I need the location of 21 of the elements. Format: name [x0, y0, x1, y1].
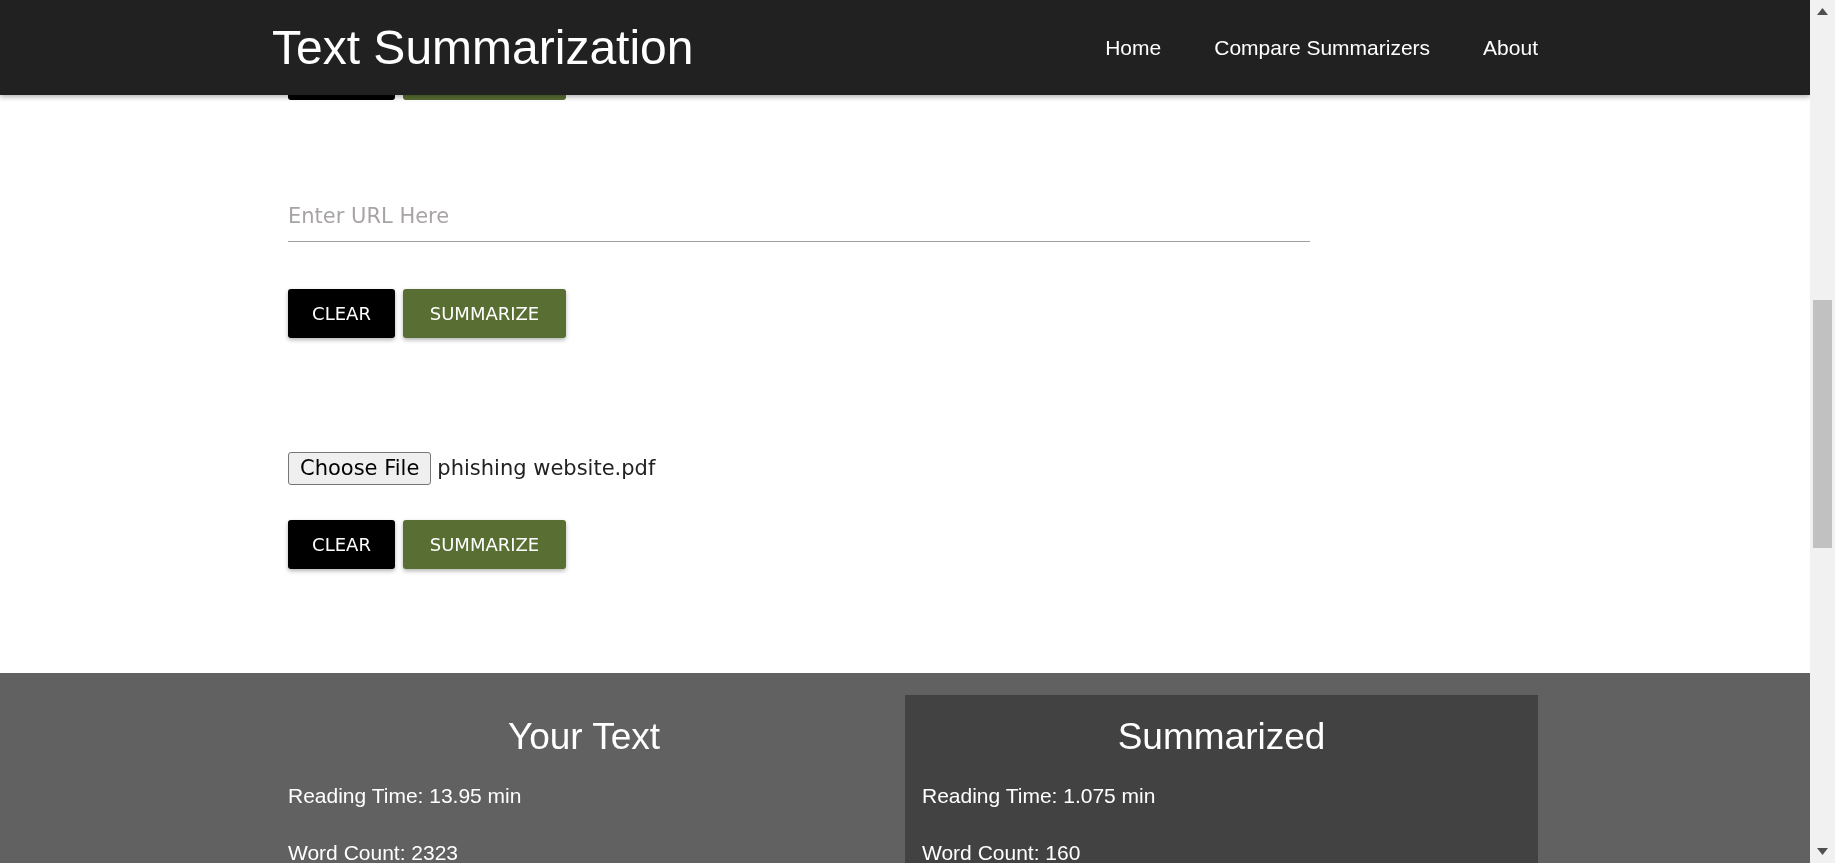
choose-file-button[interactable]: Choose File [288, 452, 432, 485]
clear-button[interactable]: CLEAR [288, 289, 395, 338]
nav-link[interactable]: Compare Summarizers [1199, 25, 1446, 70]
nav-link[interactable]: Home [1090, 25, 1177, 70]
reading-time: Reading Time: 13.95 min [288, 783, 523, 809]
reading-time: Reading Time: 1.075 min [921, 783, 1157, 809]
site-title: Text Summarization [272, 23, 694, 72]
clear-button[interactable]: CLEAR [288, 520, 395, 569]
panel-heading: Your Text [506, 715, 662, 759]
scrollbar-thumb[interactable] [1813, 300, 1832, 548]
word-count: Word Count: 160 [921, 840, 1082, 863]
summarize-button[interactable]: SUMMARIZE [403, 520, 566, 569]
scroll-down-icon[interactable] [1817, 848, 1828, 855]
word-count: Word Count: 2323 [288, 840, 460, 863]
panel-heading: Summarized [1116, 715, 1327, 759]
scrollbar[interactable] [1810, 0, 1835, 863]
scroll-up-icon[interactable] [1817, 8, 1828, 15]
url-input-field[interactable]: Enter URL Here [288, 190, 1310, 242]
file-name: phishing website.pdf [437, 454, 656, 482]
summarize-button[interactable]: SUMMARIZE [403, 289, 566, 338]
nav-link[interactable]: About [1468, 25, 1553, 70]
